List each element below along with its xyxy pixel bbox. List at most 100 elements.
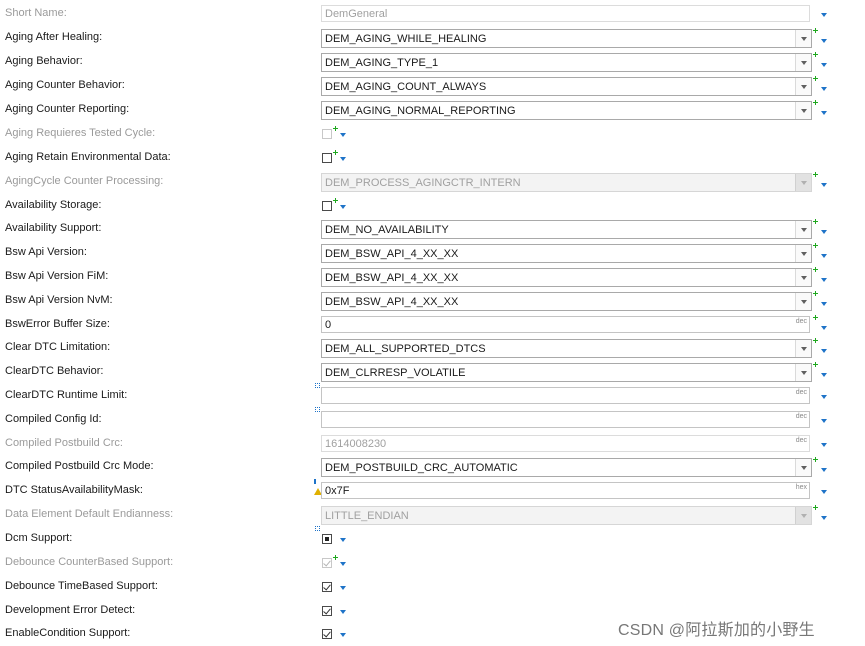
chevron-down-icon[interactable] (819, 489, 828, 495)
bswerror-buffer-size-field[interactable]: 0 dec (321, 316, 810, 333)
compiled-postbuild-crc-mode-select[interactable]: DEM_POSTBUILD_CRC_AUTOMATIC (321, 458, 812, 477)
chevron-down-icon[interactable] (819, 442, 828, 448)
chevron-down-icon[interactable] (819, 515, 828, 521)
bsw-api-version-fim-select[interactable]: DEM_BSW_API_4_XX_XX (321, 268, 812, 287)
chevron-down-icon[interactable] (338, 632, 347, 638)
compiled-postbuild-crc-label: Compiled Postbuild Crc: (5, 437, 123, 449)
aging-requieres-tested-cycle-row: Aging Requieres Tested Cycle: (0, 122, 865, 146)
chevron-down-icon[interactable] (338, 537, 347, 543)
dropdown-arrow-icon[interactable] (795, 507, 811, 524)
dropdown-arrow-icon[interactable] (795, 364, 811, 381)
chevron-down-icon[interactable] (819, 253, 828, 259)
modified-star-icon (813, 52, 818, 57)
aging-requieres-tested-cycle-checkbox[interactable] (322, 129, 332, 139)
modified-star-icon (813, 457, 818, 462)
chevron-down-icon[interactable] (819, 418, 828, 424)
clear-dtc-limitation-label: Clear DTC Limitation: (5, 341, 111, 353)
config-pin-icon (314, 479, 316, 484)
clear-dtc-limitation-select[interactable]: DEM_ALL_SUPPORTED_DTCS (321, 339, 812, 358)
dcm-support-row: Dcm Support: (0, 526, 865, 551)
dtc-status-availability-mask-label: DTC StatusAvailabilityMask: (5, 484, 143, 496)
dropdown-arrow-icon[interactable] (795, 30, 811, 47)
compiled-config-id-field[interactable]: dec (321, 411, 810, 428)
clear-dtc-limitation-row: Clear DTC Limitation: DEM_ALL_SUPPORTED_… (0, 336, 865, 360)
dropdown-arrow-icon[interactable] (795, 174, 811, 191)
aging-counter-behavior-row: Aging Counter Behavior: DEM_AGING_COUNT_… (0, 74, 865, 98)
unset-marker-icon (315, 407, 320, 412)
aging-behavior-select[interactable]: DEM_AGING_TYPE_1 (321, 53, 812, 72)
chevron-down-icon[interactable] (819, 62, 828, 68)
bsw-api-version-nvm-row: Bsw Api Version NvM: DEM_BSW_API_4_XX_XX (0, 289, 865, 313)
dropdown-arrow-icon[interactable] (795, 54, 811, 71)
chevron-down-icon[interactable] (338, 156, 347, 162)
enablecondition-support-label: EnableCondition Support: (5, 627, 131, 639)
bsw-api-version-nvm-label: Bsw Api Version NvM: (5, 294, 113, 306)
aging-retain-environmental-data-checkbox[interactable] (322, 153, 332, 163)
chevron-down-icon[interactable] (338, 132, 347, 138)
dropdown-arrow-icon[interactable] (795, 293, 811, 310)
chevron-down-icon[interactable] (819, 325, 828, 331)
aging-behavior-row: Aging Behavior: DEM_AGING_TYPE_1 (0, 50, 865, 74)
aging-after-healing-row: Aging After Healing: DEM_AGING_WHILE_HEA… (0, 26, 865, 50)
modified-star-icon (813, 28, 818, 33)
cleardtc-runtime-limit-field[interactable]: dec (321, 387, 810, 404)
chevron-down-icon[interactable] (819, 182, 828, 188)
chevron-down-icon[interactable] (819, 86, 828, 92)
modified-star-icon (333, 150, 338, 155)
dropdown-arrow-icon[interactable] (795, 245, 811, 262)
dcm-support-checkbox[interactable] (322, 534, 332, 544)
chevron-down-icon[interactable] (338, 561, 347, 567)
bswerror-buffer-size-label: BswError Buffer Size: (5, 318, 110, 330)
modified-star-icon (813, 362, 818, 367)
data-element-default-endianness-row: Data Element Default Endianness: LITTLE_… (0, 503, 865, 527)
dropdown-arrow-icon[interactable] (795, 459, 811, 476)
dec-suffix: dec (795, 389, 807, 396)
dropdown-arrow-icon[interactable] (795, 102, 811, 119)
data-element-default-endianness-select[interactable]: LITTLE_ENDIAN (321, 506, 812, 525)
aging-retain-environmental-data-label: Aging Retain Environmental Data: (5, 151, 171, 163)
bswerror-buffer-size-row: BswError Buffer Size: 0 dec (0, 313, 865, 337)
availability-storage-checkbox[interactable] (322, 201, 332, 211)
aging-counter-behavior-select[interactable]: DEM_AGING_COUNT_ALWAYS (321, 77, 812, 96)
chevron-down-icon[interactable] (819, 301, 828, 307)
bsw-api-version-select[interactable]: DEM_BSW_API_4_XX_XX (321, 244, 812, 263)
compiled-postbuild-crc-field[interactable]: 1614008230 dec (321, 435, 810, 452)
chevron-down-icon[interactable] (819, 38, 828, 44)
chevron-down-icon[interactable] (819, 229, 828, 235)
availability-storage-row: Availability Storage: (0, 194, 865, 218)
aging-after-healing-label: Aging After Healing: (5, 31, 103, 43)
chevron-down-icon[interactable] (819, 277, 828, 283)
chevron-down-icon[interactable] (819, 12, 828, 18)
chevron-down-icon[interactable] (819, 372, 828, 378)
dec-suffix: dec (795, 437, 807, 444)
chevron-down-icon[interactable] (819, 110, 828, 116)
dropdown-arrow-icon[interactable] (795, 340, 811, 357)
aging-counter-reporting-select[interactable]: DEM_AGING_NORMAL_REPORTING (321, 101, 812, 120)
chevron-down-icon[interactable] (819, 467, 828, 473)
dropdown-arrow-icon[interactable] (795, 221, 811, 238)
data-element-default-endianness-label: Data Element Default Endianness: (5, 508, 174, 520)
debounce-counterbased-support-checkbox[interactable] (322, 558, 332, 568)
chevron-down-icon[interactable] (338, 204, 347, 210)
dtc-status-availability-mask-field[interactable]: 0x7F hex (321, 482, 810, 499)
aging-counter-reporting-label: Aging Counter Reporting: (5, 103, 130, 115)
short-name-field[interactable]: DemGeneral (321, 5, 810, 22)
chevron-down-icon[interactable] (819, 394, 828, 400)
chevron-down-icon[interactable] (338, 585, 347, 591)
cleardtc-runtime-limit-row: ClearDTC Runtime Limit: dec (0, 383, 865, 408)
development-error-detect-checkbox[interactable] (322, 606, 332, 616)
enablecondition-support-checkbox[interactable] (322, 629, 332, 639)
agingcycle-counter-processing-select[interactable]: DEM_PROCESS_AGINGCTR_INTERN (321, 173, 812, 192)
debounce-timebased-support-checkbox[interactable] (322, 582, 332, 592)
chevron-down-icon[interactable] (338, 609, 347, 615)
chevron-down-icon[interactable] (819, 348, 828, 354)
dropdown-arrow-icon[interactable] (795, 269, 811, 286)
cleardtc-behavior-select[interactable]: DEM_CLRRESP_VOLATILE (321, 363, 812, 382)
dropdown-arrow-icon[interactable] (795, 78, 811, 95)
modified-star-icon (813, 338, 818, 343)
availability-support-select[interactable]: DEM_NO_AVAILABILITY (321, 220, 812, 239)
dtc-status-availability-mask-row: DTC StatusAvailabilityMask: 0x7F hex (0, 479, 865, 503)
aging-after-healing-select[interactable]: DEM_AGING_WHILE_HEALING (321, 29, 812, 48)
modified-star-icon (813, 76, 818, 81)
bsw-api-version-nvm-select[interactable]: DEM_BSW_API_4_XX_XX (321, 292, 812, 311)
